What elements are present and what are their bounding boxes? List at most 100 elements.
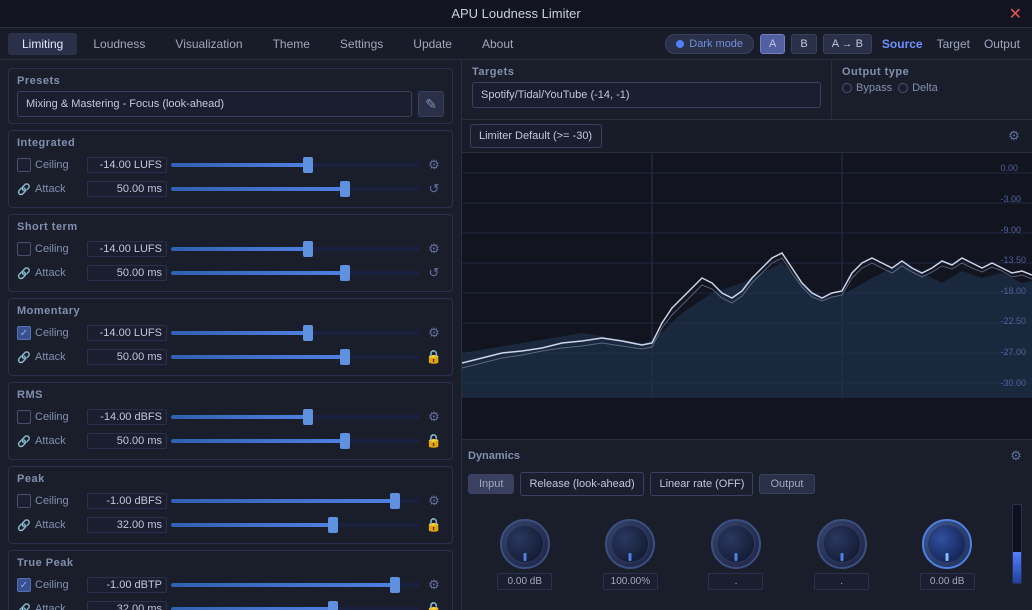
peak-ceiling-gear-icon[interactable]: ⚙ <box>424 491 444 511</box>
knob-output-value: 0.00 dB <box>920 573 975 590</box>
integrated-attack-slider[interactable] <box>171 181 420 197</box>
knob-3-group: . <box>708 519 763 590</box>
menu-tabs: Limiting Loudness Visualization Theme Se… <box>8 33 527 55</box>
true-peak-ceiling-checkbox[interactable] <box>17 578 31 592</box>
true-peak-ceiling-value: -1.00 dBTP <box>87 577 167 593</box>
peak-ceiling-checkbox[interactable] <box>17 494 31 508</box>
delta-radio[interactable]: Delta <box>898 82 938 94</box>
peak-attack-value: 32.00 ms <box>87 517 167 533</box>
short-term-attack-row: 🔗 Attack 50.00 ms ↺ <box>17 261 444 285</box>
tab-update[interactable]: Update <box>399 33 466 55</box>
dark-mode-label: Dark mode <box>689 38 743 50</box>
peak-attack-link-icon[interactable]: 🔗 <box>17 518 31 532</box>
rms-attack-value: 50.00 ms <box>87 433 167 449</box>
true-peak-attack-slider[interactable] <box>171 601 420 610</box>
rms-ceiling-gear-icon[interactable]: ⚙ <box>424 407 444 427</box>
peak-ceiling-label: Ceiling <box>35 495 83 507</box>
ab-button[interactable]: A → B <box>823 34 872 54</box>
dynamics-output-button[interactable]: Output <box>759 474 814 494</box>
true-peak-ceiling-slider[interactable] <box>171 577 420 593</box>
output-button[interactable]: Output <box>980 37 1024 51</box>
short-term-ceiling-slider[interactable] <box>171 241 420 257</box>
integrated-ceiling-label: Ceiling <box>35 159 83 171</box>
limiter-select[interactable]: Limiter Default (>= -30) <box>470 124 602 148</box>
peak-ceiling-value: -1.00 dBFS <box>87 493 167 509</box>
tab-visualization[interactable]: Visualization <box>161 33 256 55</box>
close-button[interactable]: ✕ <box>1009 4 1022 24</box>
rms-ceiling-slider[interactable] <box>171 409 420 425</box>
knob-3[interactable] <box>711 519 761 569</box>
integrated-ceiling-gear-icon[interactable]: ⚙ <box>424 155 444 175</box>
momentary-ceiling-checkbox[interactable] <box>17 326 31 340</box>
short-term-ceiling-checkbox[interactable] <box>17 242 31 256</box>
short-term-ceiling-gear-icon[interactable]: ⚙ <box>424 239 444 259</box>
visualizer-gear-icon[interactable]: ⚙ <box>1004 126 1024 146</box>
rms-attack-slider[interactable] <box>171 433 420 449</box>
preset-select[interactable]: Mixing & Mastering - Focus (look-ahead) <box>17 91 412 117</box>
true-peak-attack-label: Attack <box>35 603 83 610</box>
dynamics-header: Dynamics ⚙ <box>468 446 1026 466</box>
knob-2-value: 100.00% <box>603 573 658 590</box>
short-term-attack-slider[interactable] <box>171 265 420 281</box>
momentary-attack-label: Attack <box>35 351 83 363</box>
momentary-attack-value: 50.00 ms <box>87 349 167 365</box>
target-select[interactable]: Spotify/Tidal/YouTube (-14, -1) <box>472 82 821 108</box>
peak-title: Peak <box>17 473 444 485</box>
short-term-ceiling-value: -14.00 LUFS <box>87 241 167 257</box>
short-term-title: Short term <box>17 221 444 233</box>
knob-output[interactable] <box>922 519 972 569</box>
dark-mode-button[interactable]: Dark mode <box>665 34 754 54</box>
tab-about[interactable]: About <box>468 33 527 55</box>
dynamics-gear-icon[interactable]: ⚙ <box>1006 446 1026 466</box>
output-type-buttons: Bypass Delta <box>842 82 1022 94</box>
true-peak-attack-link-icon[interactable]: 🔗 <box>17 602 31 610</box>
rms-attack-row: 🔗 Attack 50.00 ms 🔒 <box>17 429 444 453</box>
tab-limiting[interactable]: Limiting <box>8 33 77 55</box>
knob-3-value: . <box>708 573 763 590</box>
target-button[interactable]: Target <box>933 37 974 51</box>
integrated-ceiling-checkbox[interactable] <box>17 158 31 172</box>
integrated-attack-refresh-icon[interactable]: ↺ <box>424 179 444 199</box>
rms-attack-lock-icon[interactable]: 🔒 <box>424 431 444 451</box>
peak-attack-lock-icon[interactable]: 🔒 <box>424 515 444 535</box>
short-term-attack-link-icon[interactable]: 🔗 <box>17 266 31 280</box>
short-term-attack-refresh-icon[interactable]: ↺ <box>424 263 444 283</box>
a-button[interactable]: A <box>760 34 785 54</box>
true-peak-ceiling-gear-icon[interactable]: ⚙ <box>424 575 444 595</box>
dynamics-release-select[interactable]: Release (look-ahead) <box>520 472 644 496</box>
knob-2-indicator <box>629 553 632 561</box>
knob-4[interactable] <box>817 519 867 569</box>
integrated-ceiling-slider[interactable] <box>171 157 420 173</box>
presets-row: Mixing & Mastering - Focus (look-ahead) … <box>17 91 444 117</box>
rms-attack-link-icon[interactable]: 🔗 <box>17 434 31 448</box>
momentary-ceiling-gear-icon[interactable]: ⚙ <box>424 323 444 343</box>
presets-section: Presets Mixing & Mastering - Focus (look… <box>8 68 453 124</box>
true-peak-attack-lock-icon[interactable]: 🔒 <box>424 599 444 610</box>
dynamics-linear-rate-select[interactable]: Linear rate (OFF) <box>650 472 753 496</box>
peak-section: Peak Ceiling -1.00 dBFS ⚙ 🔗 Attack 32.00… <box>8 466 453 544</box>
momentary-attack-slider[interactable] <box>171 349 420 365</box>
rms-ceiling-label: Ceiling <box>35 411 83 423</box>
momentary-ceiling-slider[interactable] <box>171 325 420 341</box>
momentary-attack-lock-icon[interactable]: 🔒 <box>424 347 444 367</box>
true-peak-attack-row: 🔗 Attack 32.00 ms 🔒 <box>17 597 444 610</box>
true-peak-attack-value: 32.00 ms <box>87 601 167 610</box>
momentary-attack-link-icon[interactable]: 🔗 <box>17 350 31 364</box>
rms-title: RMS <box>17 389 444 401</box>
rms-ceiling-checkbox[interactable] <box>17 410 31 424</box>
knob-input[interactable] <box>500 519 550 569</box>
tab-settings[interactable]: Settings <box>326 33 397 55</box>
b-button[interactable]: B <box>791 34 816 54</box>
momentary-ceiling-value: -14.00 LUFS <box>87 325 167 341</box>
tab-theme[interactable]: Theme <box>259 33 324 55</box>
source-button[interactable]: Source <box>878 37 927 51</box>
peak-ceiling-slider[interactable] <box>171 493 420 509</box>
bypass-radio[interactable]: Bypass <box>842 82 892 94</box>
integrated-attack-link-icon[interactable]: 🔗 <box>17 182 31 196</box>
preset-edit-button[interactable]: ✎ <box>418 91 444 117</box>
dynamics-section: Dynamics ⚙ Input Release (look-ahead) Li… <box>462 439 1032 610</box>
peak-attack-slider[interactable] <box>171 517 420 533</box>
dynamics-input-button[interactable]: Input <box>468 474 514 494</box>
knob-2[interactable] <box>605 519 655 569</box>
tab-loudness[interactable]: Loudness <box>79 33 159 55</box>
